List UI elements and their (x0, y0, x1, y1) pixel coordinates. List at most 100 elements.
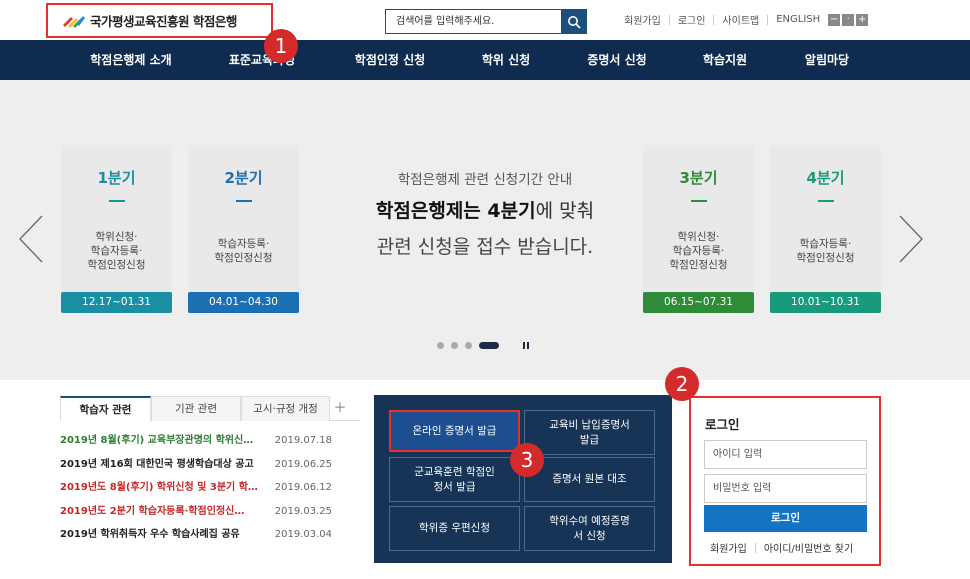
zoom-out-button[interactable]: − (828, 13, 841, 26)
util-link-join[interactable]: 회원가입 (624, 12, 661, 27)
degree-expected-certificate-button[interactable]: 학위수여 예정증명서 신청 (524, 506, 655, 551)
nav-item-degree[interactable]: 학위 신청 (482, 40, 530, 80)
quarter-bar (690, 200, 707, 202)
quarter-card[interactable]: 4분기 학습자등록· 학점인정신청 10.01~10.31 (770, 145, 881, 313)
tab-learner[interactable]: 학습자 관련 (60, 396, 151, 421)
notice-title: 2019년 학위취득자 우수 학습사례집 공유 (60, 529, 240, 540)
annotation-badge: 1 (264, 29, 298, 63)
notice-item[interactable]: 2019년 학위취득자 우수 학습사례집 공유 2019.03.04 (60, 523, 360, 547)
nav-item-intro[interactable]: 학점은행제 소개 (90, 40, 171, 80)
quarter-card[interactable]: 2분기 학습자등록· 학점인정신청 04.01~04.30 (188, 145, 299, 313)
password-input[interactable] (704, 474, 867, 503)
quarter-card[interactable]: 1분기 학위신청· 학습자등록· 학점인정신청 12.17~01.31 (61, 145, 172, 313)
quarter-bar (817, 200, 834, 202)
utility-menu: 회원가입 로그인 사이트맵 ENGLISH − · + (624, 12, 869, 27)
online-certificate-button[interactable]: 온라인 증명서 발급 (389, 410, 520, 452)
util-link-login[interactable]: 로그인 (678, 12, 706, 27)
find-account-link[interactable]: 아이디/비밀번호 찾기 (764, 540, 853, 555)
annotation-badge: 3 (510, 443, 544, 477)
search-input[interactable] (386, 10, 560, 33)
zoom-controls: − · + (828, 13, 869, 26)
logo-mark-icon (63, 15, 85, 28)
zoom-in-button[interactable]: + (856, 13, 869, 26)
nav-item-credit-recognition[interactable]: 학점인정 신청 (355, 40, 425, 80)
quarter-title: 1분기 (97, 169, 136, 187)
join-link[interactable]: 회원가입 (710, 540, 747, 555)
util-link-english[interactable]: ENGLISH (776, 14, 820, 25)
prev-arrow-icon[interactable] (18, 214, 44, 264)
site-logo[interactable]: 국가평생교육진흥원 학점은행 (46, 3, 273, 38)
nav-item-notice[interactable]: 알림마당 (805, 40, 849, 80)
divider (754, 542, 756, 553)
slider-dot[interactable] (451, 342, 458, 349)
slider-dot[interactable] (465, 342, 472, 349)
quarter-desc: 학습자등록· 학점인정신청 (770, 237, 881, 265)
zoom-reset-button[interactable]: · (842, 13, 855, 26)
slide-headline: 학점은행제는 4분기에 맞춰 (320, 196, 650, 223)
notice-item[interactable]: 2019년 제16회 대한민국 평생학습대상 공고 2019.06.25 (60, 453, 360, 477)
quarter-desc-line: 학습자등록· (672, 245, 725, 257)
notice-date: 2019.03.25 (274, 505, 332, 517)
quarter-desc-line: 학위신청· (95, 231, 138, 243)
nav-item-learning-support[interactable]: 학습지원 (703, 40, 747, 80)
id-input[interactable] (704, 440, 867, 469)
quarter-desc-line: 학점인정신청 (669, 259, 728, 271)
military-training-certificate-button[interactable]: 군교육훈련 학점인정서 발급 (389, 457, 520, 502)
notice-title: 2019년 8월(후기) 교육부장관명의 학위신… (60, 435, 254, 446)
hero-slider: 1분기 학위신청· 학습자등록· 학점인정신청 12.17~01.31 2분기 … (0, 80, 970, 380)
notice-title: 2019년 제16회 대한민국 평생학습대상 공고 (60, 458, 254, 470)
notice-tabs: 학습자 관련 기관 관련 고시·규정 개정 + (60, 396, 360, 421)
quarter-desc-line: 학습자등록· (799, 238, 852, 250)
quarter-desc-line: 학점인정신청 (87, 259, 146, 271)
quarter-period: 10.01~10.31 (770, 292, 881, 313)
diploma-mail-button[interactable]: 학위증 우편신청 (389, 506, 520, 551)
certificate-panel: 온라인 증명서 발급 교육비 납입증명서 발급 군교육훈련 학점인정서 발급 증… (374, 395, 672, 563)
quarter-desc-line: 학습자등록· (90, 245, 143, 257)
quarter-desc-line: 학점인정신청 (796, 252, 855, 264)
login-title: 로그인 (705, 417, 740, 432)
quarter-title: 3분기 (679, 169, 718, 187)
notice-title: 2019년도 2분기 학습자등록·학점인정신… (60, 505, 245, 517)
search-button[interactable] (561, 10, 586, 33)
quarter-desc: 학위신청· 학습자등록· 학점인정신청 (643, 230, 754, 272)
quarter-period: 12.17~01.31 (61, 292, 172, 313)
quarter-desc-line: 학점인정신청 (214, 252, 273, 264)
login-links: 회원가입 아이디/비밀번호 찾기 (704, 540, 867, 555)
login-button[interactable]: 로그인 (704, 505, 867, 532)
quarter-card[interactable]: 3분기 학위신청· 학습자등록· 학점인정신청 06.15~07.31 (643, 145, 754, 313)
nav-item-certificate[interactable]: 증명서 신청 (587, 40, 646, 80)
quarter-title: 4분기 (806, 169, 845, 187)
divider (668, 14, 670, 25)
slider-dot[interactable] (437, 342, 444, 349)
notice-date: 2019.06.12 (274, 482, 332, 493)
tuition-certificate-button[interactable]: 교육비 납입증명서 발급 (524, 410, 655, 455)
tab-regulation[interactable]: 고시·규정 개정 (241, 396, 330, 421)
slide-headline-rest: 에 맞춰 (535, 200, 595, 222)
notice-panel: 학습자 관련 기관 관련 고시·규정 개정 + 2019년 8월(후기) 교육부… (60, 396, 360, 556)
tab-institution[interactable]: 기관 관련 (151, 396, 241, 421)
quarter-desc: 학위신청· 학습자등록· 학점인정신청 (61, 230, 172, 272)
certificate-verify-button[interactable]: 증명서 원본 대조 (524, 457, 655, 502)
quarter-period: 06.15~07.31 (643, 292, 754, 313)
util-link-sitemap[interactable]: 사이트맵 (722, 12, 759, 27)
slide-caption: 학점은행제 관련 신청기간 안내 학점은행제는 4분기에 맞춰 관련 신청을 접… (320, 168, 650, 259)
slider-pagination (437, 342, 529, 349)
login-panel: 로그인 로그인 회원가입 아이디/비밀번호 찾기 (689, 396, 881, 566)
notice-item[interactable]: 2019년도 2분기 학습자등록·학점인정신… 2019.03.25 (60, 500, 360, 524)
slide-subtitle: 학점은행제 관련 신청기간 안내 (397, 172, 573, 188)
logo-text: 국가평생교육진흥원 학점은행 (90, 14, 237, 29)
notice-list: 2019년 8월(후기) 교육부장관명의 학위신… 2019.07.18 2019년… (60, 429, 360, 547)
notice-item[interactable]: 2019년 8월(후기) 교육부장관명의 학위신… 2019.07.18 (60, 429, 360, 453)
pause-icon[interactable] (523, 342, 529, 349)
annotation-badge: 2 (665, 367, 699, 401)
notice-item[interactable]: 2019년도 8월(후기) 학위신청 및 3분기 학… 2019.06.12 (60, 476, 360, 500)
notice-title: 2019년도 8월(후기) 학위신청 및 3분기 학… (60, 482, 258, 493)
next-arrow-icon[interactable] (898, 214, 924, 264)
quarter-desc-line: 학위신청· (677, 231, 720, 243)
slider-dot-active[interactable] (479, 342, 499, 349)
more-plus-icon[interactable]: + (330, 396, 350, 421)
slide-headline-bold: 학점은행제는 4분기 (375, 200, 536, 222)
quarter-desc: 학습자등록· 학점인정신청 (188, 237, 299, 265)
notice-date: 2019.07.18 (274, 435, 332, 446)
quarter-title: 2분기 (224, 169, 263, 187)
